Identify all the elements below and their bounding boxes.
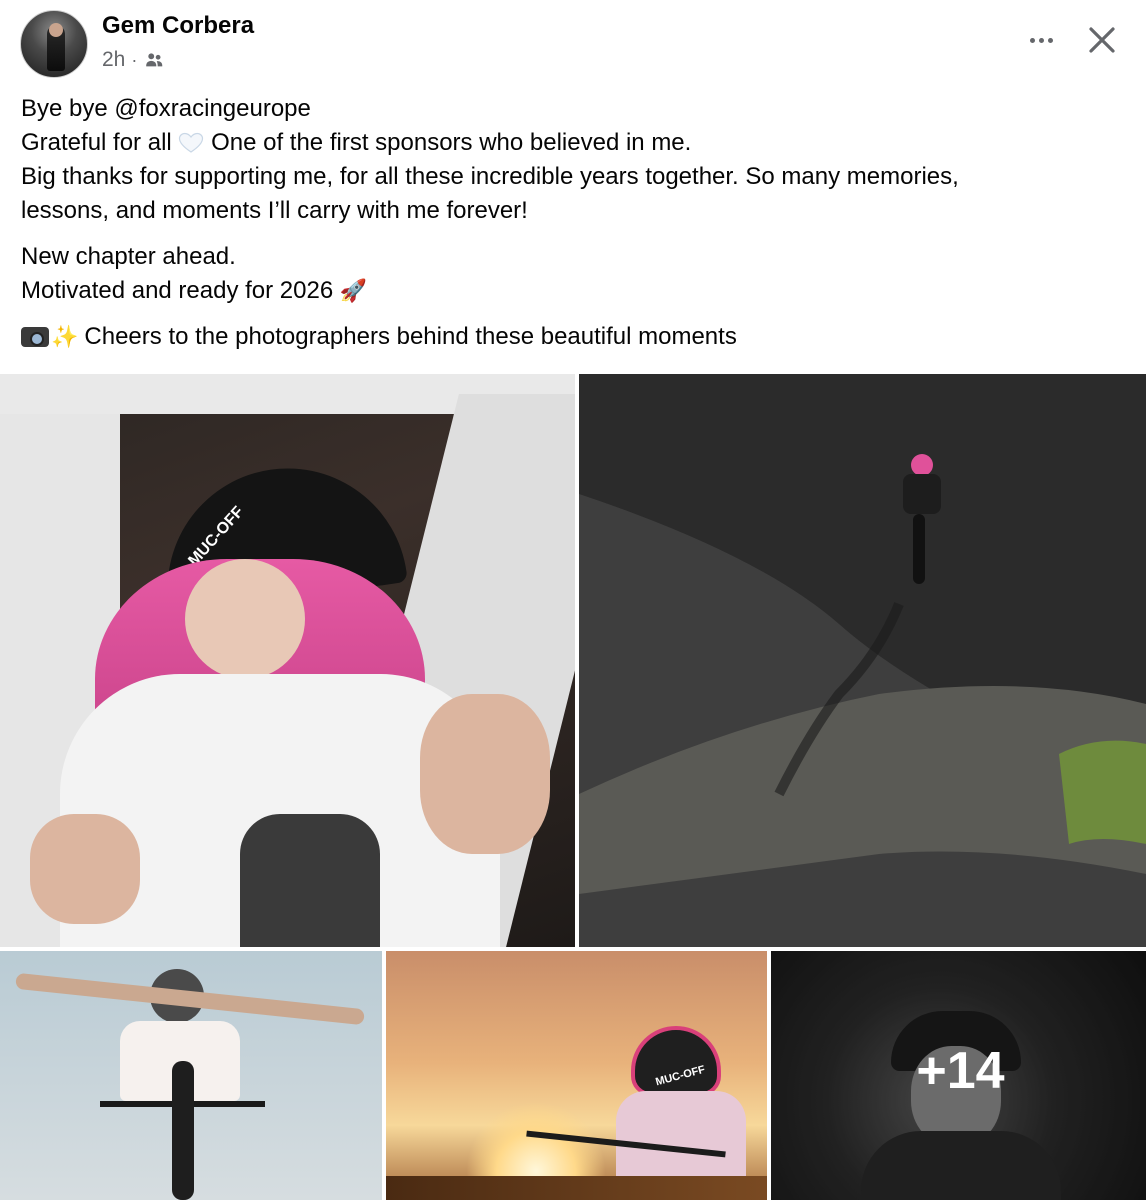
more-photos-count[interactable]: +14 [916, 1041, 1004, 1101]
post-paragraph-3: ✨ Cheers to the photographers behind thes… [21, 320, 1121, 354]
more-options-icon[interactable] [1022, 26, 1060, 54]
knee [240, 814, 380, 947]
text-line: Motivated and ready for 2026 🚀 [21, 274, 1121, 308]
white-heart-icon [179, 132, 204, 153]
photo-5[interactable]: +14 [771, 951, 1146, 1200]
text-fragment: Motivated and ready for 2026 [21, 277, 340, 304]
photo-2[interactable] [579, 374, 1146, 947]
photo-3[interactable] [0, 951, 382, 1200]
post-meta: 2h · [102, 48, 165, 72]
text-fragment: Cheers to the photographers behind these… [84, 323, 737, 350]
text-line: Grateful for all One of the first sponso… [21, 126, 1121, 160]
text-fragment: Grateful for all [21, 129, 179, 156]
rider [897, 454, 945, 594]
close-icon[interactable] [1084, 22, 1120, 58]
text-line: ✨ Cheers to the photographers behind thes… [21, 320, 1121, 354]
rider-body [903, 474, 941, 514]
sparkles-icon: ✨ [51, 324, 79, 349]
text-line: Big thanks for supporting me, for all th… [21, 163, 959, 190]
rocket-emoji: 🚀 [339, 278, 368, 303]
text-line: New chapter ahead. [21, 243, 236, 270]
face [185, 559, 305, 679]
avatar-figure [47, 23, 65, 71]
pink-helmet [911, 454, 933, 476]
muc-off-helmet: MUC-OFF [631, 1026, 721, 1096]
bike [913, 514, 925, 584]
text-line: lessons, and moments I’ll carry with me … [21, 197, 528, 224]
post-paragraph-2: New chapter ahead. Motivated and ready f… [21, 240, 1121, 308]
left-hand [30, 814, 140, 924]
post-header: Gem Corbera 2h · [0, 0, 1146, 90]
text-fragment: One of the first sponsors who believed i… [204, 129, 692, 156]
author-avatar[interactable] [20, 10, 88, 78]
post-paragraph-1: Bye bye @foxracingeurope Grateful for al… [21, 92, 1121, 228]
front-wheel [172, 1061, 194, 1200]
more-photos-overlay[interactable]: +14 [771, 951, 1146, 1200]
helmet-logo-text: MUC-OFF [654, 1063, 707, 1089]
post-time[interactable]: 2h [102, 48, 125, 72]
text-line: Bye bye @foxracingeurope [21, 95, 311, 122]
photo-1[interactable]: MUC-OFF [0, 374, 575, 947]
meta-separator: · [131, 49, 138, 70]
right-hand [420, 694, 550, 854]
slope-scene [579, 374, 1146, 947]
treeline [386, 1176, 767, 1200]
photo-4[interactable]: MUC-OFF [386, 951, 767, 1200]
post-body: Bye bye @foxracingeurope Grateful for al… [21, 92, 1121, 366]
author-name[interactable]: Gem Corbera [102, 12, 254, 40]
friends-icon[interactable] [143, 49, 165, 71]
camera-icon [21, 327, 49, 347]
